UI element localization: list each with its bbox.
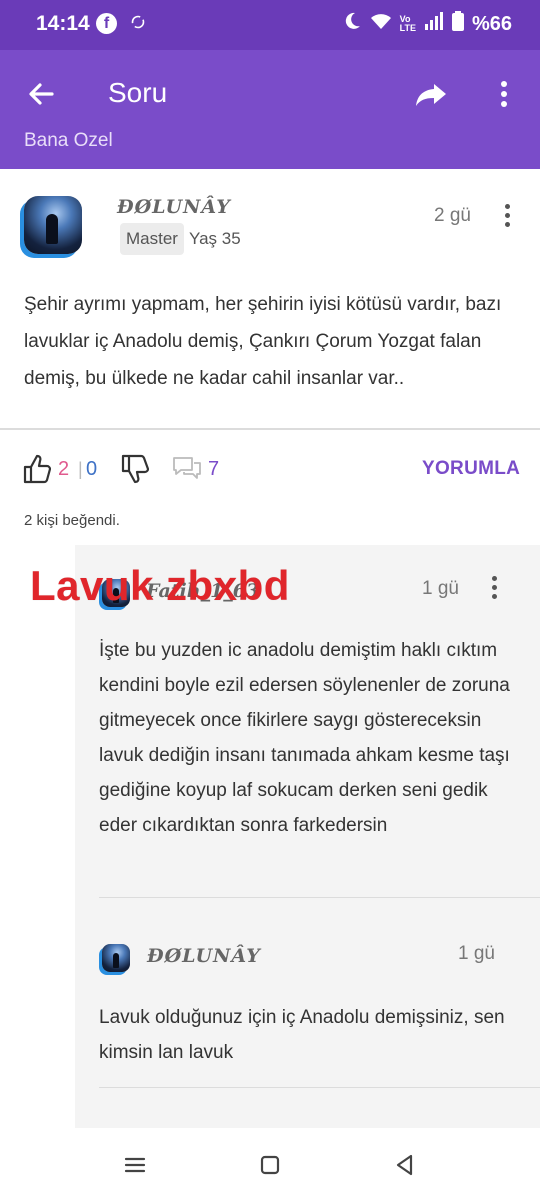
back-arrow-icon[interactable] <box>22 74 62 114</box>
back-nav-icon[interactable] <box>390 1150 420 1180</box>
status-bar: 14:14 f Vo LTE %66 <box>0 0 540 50</box>
share-icon[interactable] <box>412 74 452 114</box>
rank-badge: Master <box>120 223 184 255</box>
comment-count: 7 <box>208 458 220 480</box>
comment-icon[interactable] <box>172 456 202 487</box>
more-vert-icon[interactable] <box>488 74 520 114</box>
reply-more-icon[interactable] <box>484 572 504 606</box>
page-title: Soru <box>108 77 168 108</box>
author-age: Yaş 35 <box>189 229 241 248</box>
system-nav-bar <box>0 1128 540 1200</box>
reply-divider <box>99 1087 540 1088</box>
like-count: 2 <box>58 458 70 480</box>
reply-body: İşte bu yuzden ic anadolu demiştim haklı… <box>99 640 510 836</box>
thumbs-up-icon[interactable] <box>23 454 52 489</box>
post-body: Şehir ayrımı yapmam, her şehirin iyisi k… <box>24 294 502 389</box>
volte-icon: Vo LTE <box>399 14 416 33</box>
battery-icon <box>451 11 464 37</box>
subheader-category[interactable]: Bana Özel <box>0 132 540 169</box>
moon-icon <box>342 11 362 37</box>
status-time: 14:14 <box>36 12 90 35</box>
facebook-icon: f <box>96 13 117 34</box>
reply-author[interactable]: ĐØLUNÂY <box>147 945 261 967</box>
replies-panel: 1 gü İşte bu yuzden ic anadolu demiştim … <box>75 545 540 1128</box>
reply-time: 1 gü <box>458 943 495 964</box>
divider <box>0 428 540 430</box>
status-icons: Vo LTE %66 <box>342 11 512 37</box>
post-author[interactable]: ĐØLUNÂY <box>117 196 231 218</box>
home-icon[interactable] <box>255 1150 285 1180</box>
reply-divider <box>99 897 540 898</box>
wifi-icon <box>370 12 392 36</box>
signal-icon <box>424 12 444 36</box>
reply-time: 1 gü <box>422 578 459 599</box>
battery-percent: %66 <box>471 12 512 35</box>
post-actions: 2 | 0 7 YORUMLA <box>0 446 540 492</box>
reply-body: Lavuk olduğunuz için iç Anadolu demişsin… <box>99 1007 505 1063</box>
likes-summary[interactable]: 2 kişi beğendi. <box>24 512 120 529</box>
count-separator: | <box>78 459 83 479</box>
post-more-icon[interactable] <box>497 200 517 234</box>
recents-icon[interactable] <box>120 1150 150 1180</box>
app-bar: Soru <box>0 50 540 136</box>
dislike-count: 0 <box>86 458 98 480</box>
avatar[interactable] <box>102 944 130 972</box>
thumbs-down-icon[interactable] <box>121 454 150 489</box>
sync-icon <box>130 14 146 35</box>
comment-button[interactable]: YORUMLA <box>422 458 520 480</box>
overlay-annotation: Lavuk zbxbd <box>30 562 290 609</box>
post-time: 2 gü <box>434 205 471 226</box>
avatar[interactable] <box>24 196 82 254</box>
